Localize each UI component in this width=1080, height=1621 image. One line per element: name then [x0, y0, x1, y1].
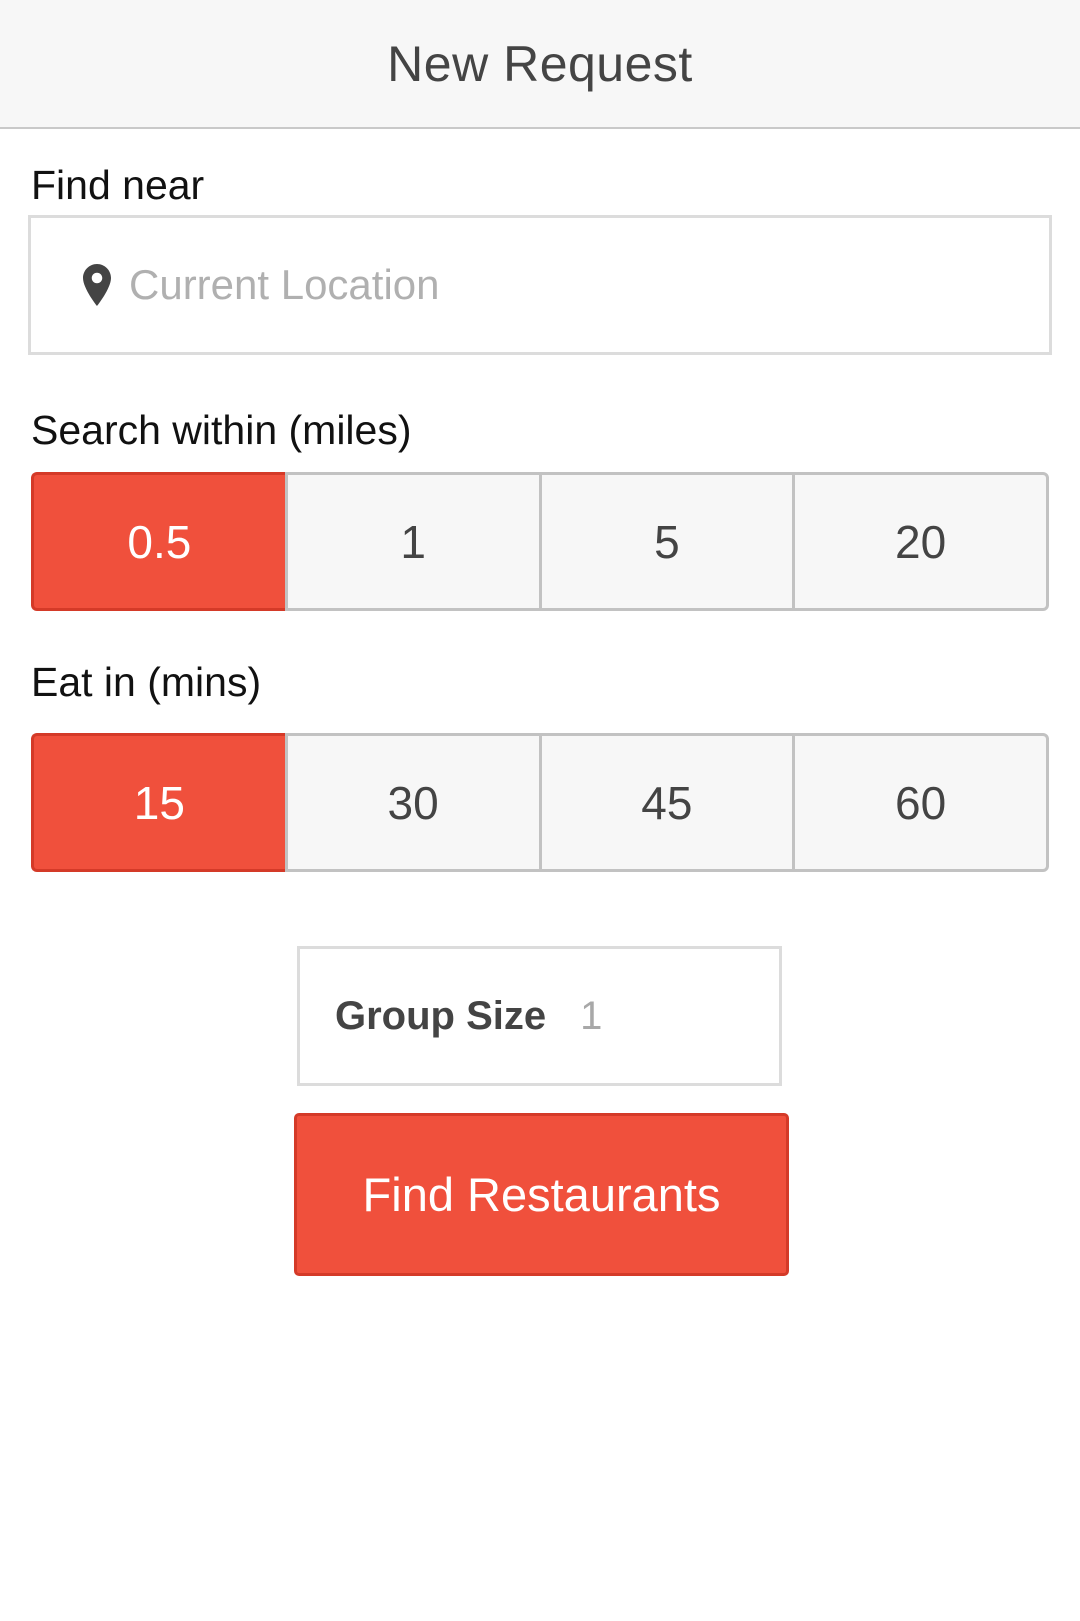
distance-option-5[interactable]: 5	[538, 472, 793, 611]
find-restaurants-button[interactable]: Find Restaurants	[294, 1113, 789, 1276]
page-title: New Request	[387, 35, 693, 92]
group-size-value[interactable]: 1	[580, 994, 602, 1039]
group-size-label: Group Size	[335, 993, 547, 1038]
group-size-field[interactable]: Group Size 1	[297, 946, 782, 1086]
time-option-30[interactable]: 30	[284, 733, 539, 872]
time-option-45[interactable]: 45	[538, 733, 793, 872]
time-option-60[interactable]: 60	[792, 733, 1049, 872]
distance-option-1[interactable]: 1	[284, 472, 539, 611]
header-bar: New Request	[0, 0, 1080, 129]
time-option-15[interactable]: 15	[31, 733, 285, 872]
eat-in-label: Eat in (mins)	[31, 659, 262, 705]
time-selector: 15 30 45 60	[31, 733, 1049, 872]
find-near-label: Find near	[31, 162, 205, 208]
location-input[interactable]	[129, 218, 1049, 352]
map-pin-icon	[83, 264, 111, 306]
location-field[interactable]	[28, 215, 1052, 355]
distance-selector: 0.5 1 5 20	[31, 472, 1049, 611]
new-request-screen: New Request Find near Search within (mil…	[0, 0, 1080, 1621]
distance-option-20[interactable]: 20	[792, 472, 1049, 611]
distance-option-0-5[interactable]: 0.5	[31, 472, 285, 611]
search-within-label: Search within (miles)	[31, 407, 412, 453]
